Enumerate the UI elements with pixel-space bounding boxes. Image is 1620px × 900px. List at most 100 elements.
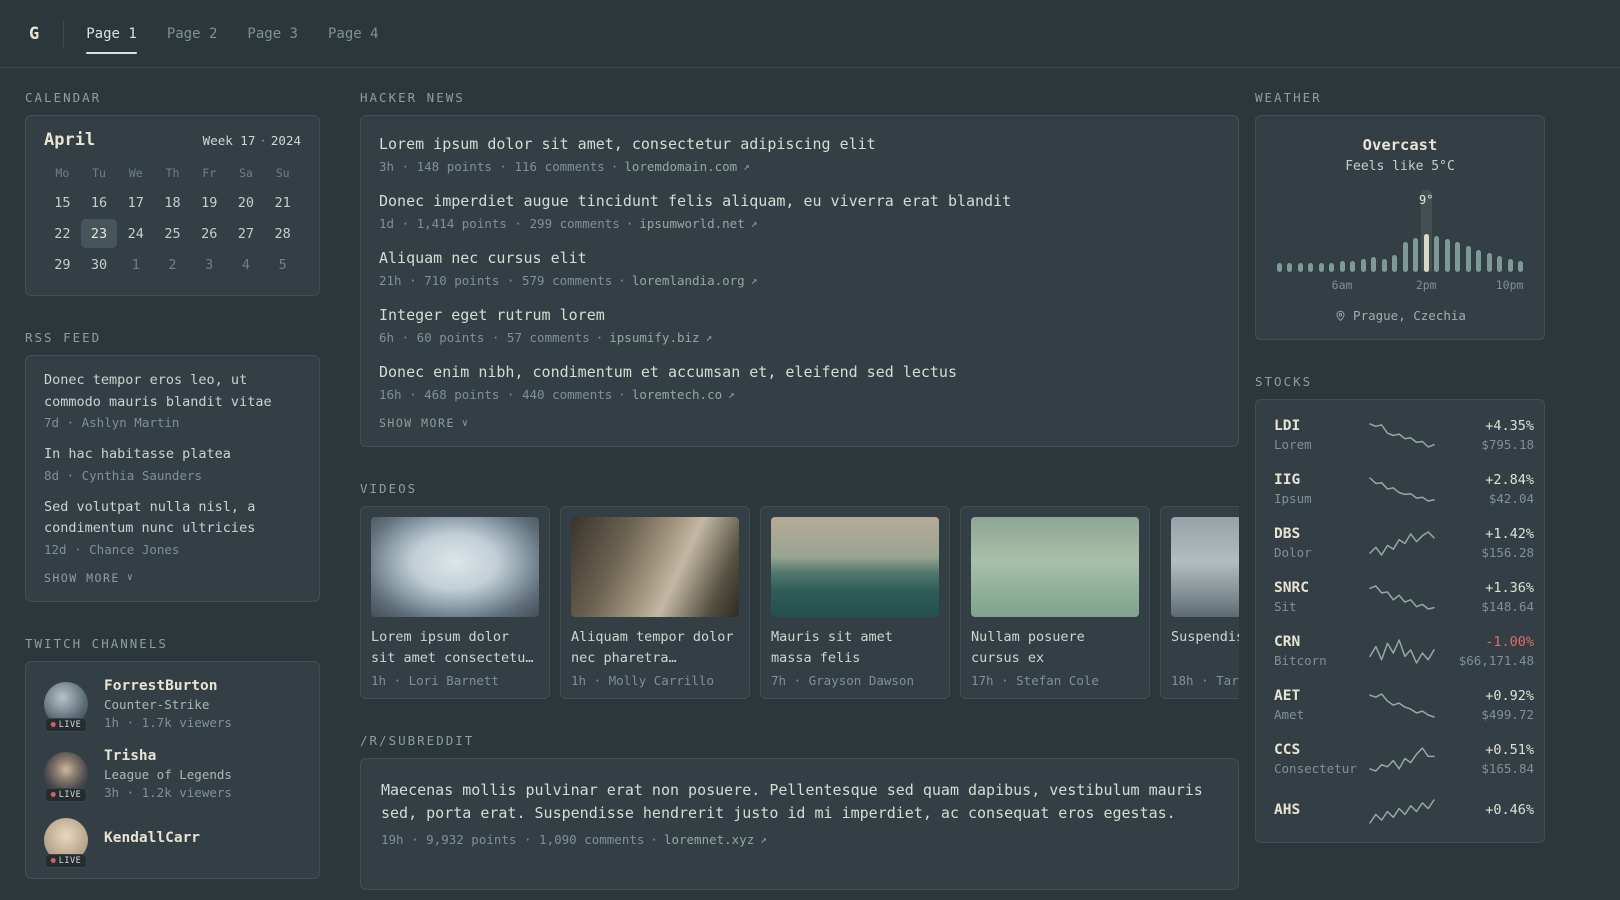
video-thumbnail[interactable] <box>571 517 739 617</box>
chevron-down-icon: ∨ <box>126 572 135 584</box>
app-logo[interactable]: G <box>25 24 43 44</box>
calendar-day[interactable]: 16 <box>81 188 118 217</box>
post-domain-link[interactable]: loremnet.xyz <box>664 832 754 847</box>
live-label: LIVE <box>58 789 82 800</box>
video-card[interactable]: Lorem ipsum dolor sit amet consectetu… 1… <box>360 506 550 699</box>
hn-domain-link[interactable]: ipsumify.biz <box>609 330 699 345</box>
weather-hour-column <box>1337 190 1348 272</box>
stock-row[interactable]: AET Amet +0.92% $499.72 <box>1274 688 1534 722</box>
calendar-day[interactable]: 21 <box>264 188 301 217</box>
stock-change: +1.42% <box>1485 526 1534 542</box>
hn-domain-link[interactable]: loremdomain.com <box>624 159 737 174</box>
calendar-day[interactable]: 15 <box>44 188 81 217</box>
channel-name[interactable]: KendallCarr <box>104 830 200 846</box>
calendar-day[interactable]: 23 <box>80 219 118 248</box>
tab-page-3[interactable]: Page 3 <box>247 0 298 67</box>
rss-item-link[interactable]: Donec tempor eros leo, ut commodo mauris… <box>44 370 301 413</box>
calendar-day[interactable]: 4 <box>228 250 265 279</box>
post-title-link[interactable]: Maecenas mollis pulvinar erat non posuer… <box>381 779 1218 824</box>
calendar-day[interactable]: 22 <box>44 219 81 248</box>
video-thumbnail[interactable] <box>771 517 939 617</box>
video-card[interactable]: Nullam posuere cursus ex 17h · Stefan Co… <box>960 506 1150 699</box>
tab-page-4[interactable]: Page 4 <box>328 0 379 67</box>
calendar-day[interactable]: 1 <box>117 250 154 279</box>
weather-hour-column <box>1390 190 1401 272</box>
calendar-day[interactable]: 17 <box>117 188 154 217</box>
stock-row[interactable]: IIG Ipsum +2.84% $42.04 <box>1274 472 1534 506</box>
twitch-channel-row[interactable]: LIVE KendallCarr <box>44 817 301 868</box>
weather-hour-column <box>1495 190 1506 272</box>
channel-info: KendallCarr <box>104 830 200 849</box>
weather-hour-column <box>1505 190 1516 272</box>
chevron-down-icon: ∨ <box>461 417 470 429</box>
tab-page-2[interactable]: Page 2 <box>167 0 218 67</box>
hn-item: Aliquam nec cursus elit 21h · 710 points… <box>379 248 1220 288</box>
video-card[interactable]: Aliquam tempor dolor nec pharetra… 1h · … <box>560 506 750 699</box>
stock-row[interactable]: AHS +0.46% <box>1274 796 1534 826</box>
stock-id: AET Amet <box>1274 688 1362 722</box>
section-title-stocks: STOCKS <box>1255 374 1313 389</box>
stock-row[interactable]: CRN Bitcorn -1.00% $66,171.48 <box>1274 634 1534 668</box>
tab-page-1[interactable]: Page 1 <box>86 0 137 67</box>
stock-row[interactable]: SNRC Sit +1.36% $148.64 <box>1274 580 1534 614</box>
twitch-channel-row[interactable]: LIVE ForrestBurton Counter-Strike 1h · 1… <box>44 678 301 732</box>
stock-symbol: DBS <box>1274 526 1301 542</box>
hn-domain-link[interactable]: loremtech.co <box>632 387 722 402</box>
calendar-day[interactable]: 27 <box>228 219 265 248</box>
rss-item-link[interactable]: Sed volutpat nulla nisl, a condimentum n… <box>44 497 301 540</box>
hn-title-link[interactable]: Donec enim nibh, condimentum et accumsan… <box>379 362 1220 383</box>
stock-change: +1.36% <box>1485 580 1534 596</box>
stock-name: Ipsum <box>1274 491 1312 506</box>
hn-domain-link[interactable]: ipsumworld.net <box>639 216 744 231</box>
hn-title-link[interactable]: Aliquam nec cursus elit <box>379 248 1220 269</box>
video-thumbnail[interactable] <box>971 517 1139 617</box>
calendar-day[interactable]: 19 <box>191 188 228 217</box>
stock-row[interactable]: LDI Lorem +4.35% $795.18 <box>1274 418 1534 452</box>
section-title-subreddit: /R/SUBREDDIT <box>360 733 475 748</box>
stock-name: Bitcorn <box>1274 653 1327 668</box>
calendar-day[interactable]: 18 <box>154 188 191 217</box>
separator-dot: · <box>650 832 658 847</box>
subreddit-section: /R/SUBREDDIT Maecenas mollis pulvinar er… <box>360 733 1239 890</box>
calendar-day[interactable]: 25 <box>154 219 191 248</box>
rss-show-more-button[interactable]: SHOW MORE ∨ <box>44 571 301 585</box>
stock-sparkline <box>1369 744 1435 774</box>
calendar-day[interactable]: 29 <box>44 250 81 279</box>
channel-name[interactable]: ForrestBurton <box>104 678 232 694</box>
calendar-day[interactable]: 24 <box>117 219 154 248</box>
channel-name[interactable]: Trisha <box>104 748 232 764</box>
live-badge: LIVE <box>44 717 88 732</box>
hackernews-show-more-button[interactable]: SHOW MORE ∨ <box>379 416 1220 430</box>
section-title-videos: VIDEOS <box>360 481 418 496</box>
twitch-channel-row[interactable]: LIVE Trisha League of Legends 3h · 1.2k … <box>44 748 301 802</box>
calendar-day[interactable]: 28 <box>264 219 301 248</box>
rss-item-link[interactable]: In hac habitasse platea <box>44 444 301 466</box>
hn-title-link[interactable]: Lorem ipsum dolor sit amet, consectetur … <box>379 134 1220 155</box>
calendar-day[interactable]: 2 <box>154 250 191 279</box>
separator-dot: · <box>618 387 626 402</box>
video-card[interactable]: Suspendisse diam 18h · Tara <box>1160 506 1239 699</box>
weather-hour-column <box>1400 190 1411 272</box>
hn-title-link[interactable]: Integer eget rutrum lorem <box>379 305 1220 326</box>
hn-title-link[interactable]: Donec imperdiet augue tincidunt felis al… <box>379 191 1220 212</box>
calendar-day[interactable]: 3 <box>191 250 228 279</box>
stock-row[interactable]: DBS Dolor +1.42% $156.28 <box>1274 526 1534 560</box>
separator-dot: · <box>625 216 634 231</box>
middle-column: HACKER NEWS Lorem ipsum dolor sit amet, … <box>360 90 1239 890</box>
hn-domain-link[interactable]: loremlandia.org <box>632 273 745 288</box>
stock-row[interactable]: CCS Consectetur +0.51% $165.84 <box>1274 742 1534 776</box>
calendar-day[interactable]: 5 <box>264 250 301 279</box>
section-title-hackernews: HACKER NEWS <box>360 90 465 105</box>
stock-values: +0.51% $165.84 <box>1442 742 1534 776</box>
calendar-day[interactable]: 30 <box>81 250 118 279</box>
weather-hour-column <box>1463 190 1474 272</box>
video-thumbnail[interactable] <box>1171 517 1239 617</box>
video-thumbnail[interactable] <box>371 517 539 617</box>
video-card[interactable]: Mauris sit amet massa felis 7h · Grayson… <box>760 506 950 699</box>
stock-symbol: CRN <box>1274 634 1301 650</box>
calendar-day[interactable]: 20 <box>228 188 265 217</box>
stock-sparkline <box>1369 582 1435 612</box>
calendar-day[interactable]: 26 <box>191 219 228 248</box>
external-link-icon: ↗ <box>760 833 767 846</box>
stock-change: +0.46% <box>1485 801 1534 818</box>
